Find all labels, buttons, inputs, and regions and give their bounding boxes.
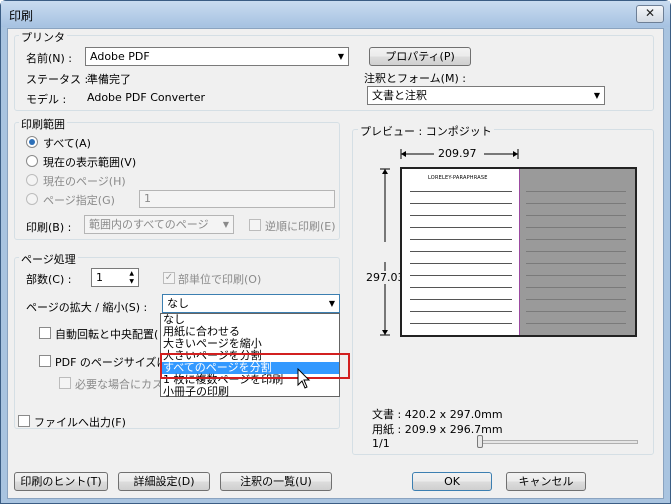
collate-label: 部単位で印刷(O) [178, 273, 262, 286]
pdf-page-size-label: PDF のページサイズに [55, 356, 168, 369]
print-dialog: 印刷 ✕ プリンタ 名前(N) : Adobe PDF ▼ プロパティ(P) ス… [0, 0, 671, 504]
close-button[interactable]: ✕ [636, 5, 664, 23]
print-to-file-checkbox[interactable] [18, 415, 30, 427]
paper-size-label: 用紙 : 209.9 x 296.7mm [372, 423, 503, 436]
reverse-label: 逆順に印刷(E) [265, 220, 336, 233]
printer-name-select[interactable]: Adobe PDF ▼ [85, 47, 349, 66]
staff-line-overflow [526, 215, 626, 216]
cancel-button[interactable]: キャンセル [506, 472, 586, 491]
advanced-button[interactable]: 詳細設定(D) [118, 472, 210, 491]
summarize-comments-button[interactable]: 注釈の一覧(U) [220, 472, 332, 491]
scaling-label: ページの拡大 / 縮小(S) : [26, 301, 148, 314]
chevron-down-icon: ▼ [337, 52, 344, 61]
pdf-page-size-checkbox[interactable] [39, 355, 51, 367]
document-size-label: 文書 : 420.2 x 297.0mm [372, 408, 503, 421]
subset-label: 印刷(B) : [26, 221, 72, 234]
staff-line-overflow [526, 311, 626, 312]
staff-line-overflow [526, 323, 626, 324]
staff-line [410, 299, 512, 300]
page-handling-title: ページ処理 [19, 251, 78, 267]
staff-line [410, 287, 512, 288]
staff-line [410, 191, 512, 192]
staff-line-overflow [526, 287, 626, 288]
staff-line [410, 275, 512, 276]
radio-current-page-label: 現在のページ(H) [43, 175, 126, 188]
staff-line-overflow [526, 203, 626, 204]
properties-button[interactable]: プロパティ(P) [369, 47, 471, 66]
title-bar[interactable]: 印刷 ✕ [1, 1, 670, 27]
sheet-title: LORELEY-PARAPHRASE [428, 175, 488, 181]
page-counter: 1/1 [372, 437, 390, 450]
radio-current-view-label: 現在の表示範囲(V) [43, 156, 137, 169]
mouse-cursor-icon [297, 368, 311, 389]
width-dimension-label: 209.97 [438, 147, 477, 160]
radio-all[interactable] [26, 136, 38, 148]
radio-current-view[interactable] [26, 155, 38, 167]
status-value: 準備完了 [87, 73, 131, 86]
ok-button[interactable]: OK [412, 472, 492, 491]
scaling-option-booklet[interactable]: 小冊子の印刷 [161, 386, 339, 398]
model-value: Adobe PDF Converter [87, 91, 206, 104]
staff-line-overflow [526, 299, 626, 300]
comments-forms-value: 文書と注釈 [372, 89, 427, 102]
staff-line [410, 203, 512, 204]
print-range-title: 印刷範囲 [19, 116, 67, 132]
printer-name-value: Adobe PDF [90, 50, 150, 63]
reverse-checkbox[interactable] [249, 219, 261, 231]
auto-rotate-checkbox[interactable] [39, 327, 51, 339]
staff-line [410, 239, 512, 240]
pages-input[interactable]: 1 [139, 190, 335, 208]
staff-line-overflow [526, 227, 626, 228]
chevron-down-icon: ▼ [593, 91, 600, 100]
copies-value: 1 [96, 271, 103, 284]
comments-forms-label: 注釈とフォーム(M) : [364, 72, 466, 85]
copies-label: 部数(C) : [26, 273, 72, 286]
chevron-down-icon: ▼ [222, 220, 229, 229]
printer-name-label: 名前(N) : [26, 52, 73, 65]
staff-line-overflow [526, 275, 626, 276]
print-tips-button[interactable]: 印刷のヒント(T) [14, 472, 108, 491]
page-slider-thumb[interactable] [477, 435, 483, 448]
printer-group-title: プリンタ [19, 29, 67, 45]
print-preview: LORELEY-PARAPHRASE [400, 167, 637, 337]
preview-page: LORELEY-PARAPHRASE [402, 169, 520, 335]
staff-line-overflow [526, 263, 626, 264]
scaling-value: なし [167, 297, 189, 310]
staff-line [410, 323, 512, 324]
staff-line [410, 311, 512, 312]
window-title: 印刷 [9, 9, 34, 23]
radio-pages-label: ページ指定(G) [43, 194, 115, 207]
staff-line [410, 227, 512, 228]
model-label: モデル : [26, 93, 67, 106]
custom-paper-checkbox[interactable] [59, 377, 71, 389]
spinner-icon[interactable]: ▲ ▼ [129, 270, 134, 286]
subset-value: 範囲内のすべてのページ [89, 218, 209, 231]
auto-rotate-label: 自動回転と中央配置( [55, 328, 159, 341]
subset-select[interactable]: 範囲内のすべてのページ ▼ [84, 215, 234, 234]
copies-stepper[interactable]: 1 ▲ ▼ [91, 268, 139, 287]
collate-checkbox[interactable]: ✓ [163, 272, 175, 284]
staff-line [410, 251, 512, 252]
height-dimension-arrow [380, 168, 390, 336]
dialog-client: プリンタ 名前(N) : Adobe PDF ▼ プロパティ(P) ステータス … [7, 28, 664, 499]
scaling-select[interactable]: なし ▼ [162, 294, 340, 313]
staff-line [410, 215, 512, 216]
status-label: ステータス : [26, 73, 89, 86]
staff-line-overflow [526, 239, 626, 240]
highlight-box [160, 353, 350, 379]
staff-line [410, 263, 512, 264]
radio-current-page[interactable] [26, 174, 38, 186]
staff-line-overflow [526, 251, 626, 252]
print-to-file-label: ファイルへ出力(F) [34, 416, 126, 429]
height-dimension-label: 297.03 [366, 271, 405, 284]
chevron-down-icon: ▼ [328, 299, 335, 308]
staff-line-overflow [526, 191, 626, 192]
radio-all-label: すべて(A) [43, 137, 91, 150]
custom-paper-label: 必要な場合にカス [75, 378, 163, 391]
radio-pages[interactable] [26, 193, 38, 205]
comments-forms-select[interactable]: 文書と注釈 ▼ [367, 86, 605, 105]
preview-title: プレビュー : コンポジット [358, 123, 494, 139]
page-slider-track[interactable] [478, 440, 638, 444]
